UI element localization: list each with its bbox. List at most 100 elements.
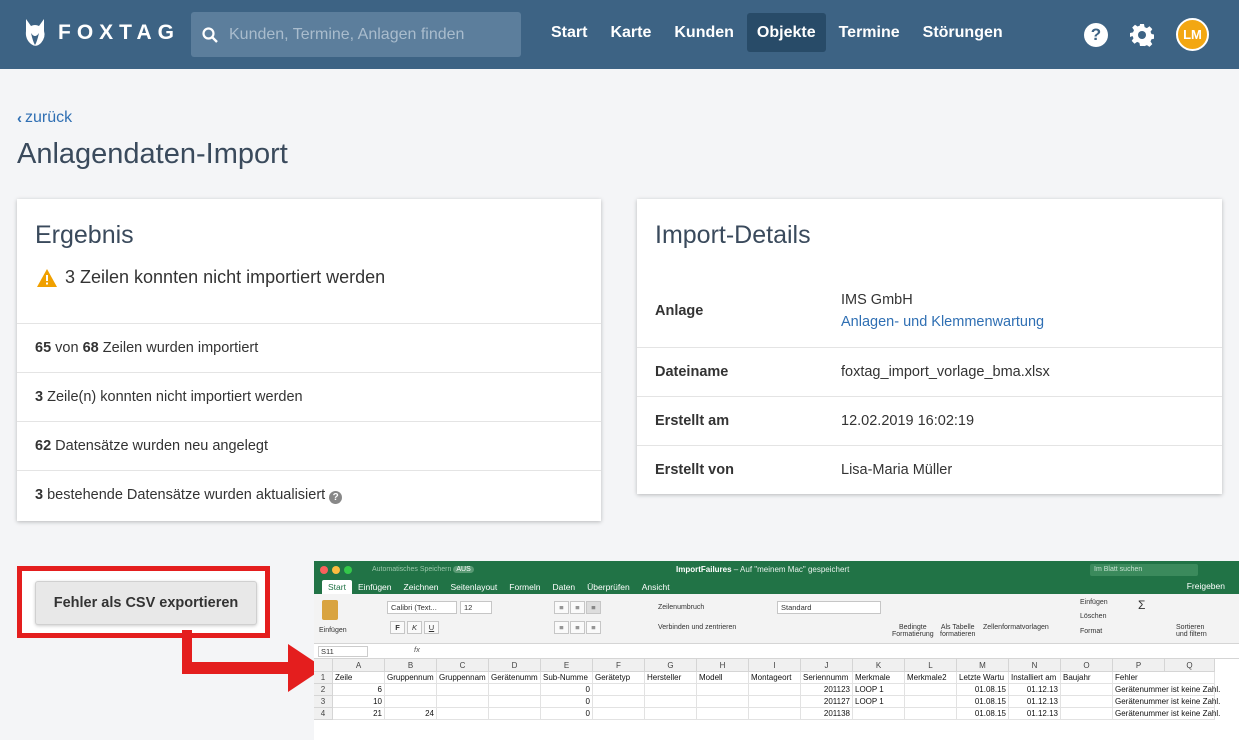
paste-label[interactable]: Einfügen bbox=[319, 627, 347, 634]
table-cell[interactable] bbox=[593, 696, 645, 708]
table-cell[interactable] bbox=[437, 696, 489, 708]
table-cell[interactable]: 10 bbox=[333, 696, 385, 708]
close-icon[interactable] bbox=[320, 566, 328, 574]
number-format-select[interactable]: Standard bbox=[777, 601, 881, 614]
nav-item-start[interactable]: Start bbox=[541, 13, 597, 52]
table-cell[interactable]: 21 bbox=[333, 708, 385, 720]
align-top-icon[interactable]: ≡ bbox=[554, 601, 569, 614]
table-cell[interactable] bbox=[749, 684, 801, 696]
table-cell[interactable] bbox=[645, 696, 697, 708]
table-cell[interactable]: 01.08.15 bbox=[957, 684, 1009, 696]
nav-item-objekte[interactable]: Objekte bbox=[746, 13, 826, 52]
table-cell[interactable]: 0 bbox=[541, 708, 593, 720]
nav-item-kunden[interactable]: Kunden bbox=[664, 13, 744, 52]
nav-item-stoerungen[interactable]: Störungen bbox=[913, 13, 1013, 52]
excel-tab-ueberpruefen[interactable]: Überprüfen bbox=[581, 580, 636, 594]
column-header[interactable]: H bbox=[697, 659, 749, 672]
search-input[interactable] bbox=[229, 25, 509, 44]
table-cell[interactable] bbox=[1061, 696, 1113, 708]
table-cell[interactable]: 6 bbox=[333, 684, 385, 696]
excel-tab-zeichnen[interactable]: Zeichnen bbox=[398, 580, 445, 594]
table-cell[interactable] bbox=[489, 708, 541, 720]
export-csv-button[interactable]: Fehler als CSV exportieren bbox=[35, 581, 257, 625]
select-all-corner[interactable] bbox=[314, 659, 333, 672]
column-header[interactable]: I bbox=[749, 659, 801, 672]
table-cell[interactable] bbox=[853, 708, 905, 720]
table-cell[interactable]: 201127 bbox=[801, 696, 853, 708]
column-header[interactable]: B bbox=[385, 659, 437, 672]
minimize-icon[interactable] bbox=[332, 566, 340, 574]
row-header[interactable]: 3 bbox=[314, 696, 333, 708]
table-cell[interactable] bbox=[905, 684, 957, 696]
header-cell[interactable]: Montageort bbox=[749, 672, 801, 684]
conditional-format-button[interactable]: Bedingte Formatierung bbox=[892, 624, 934, 638]
column-header[interactable]: J bbox=[801, 659, 853, 672]
table-cell[interactable]: 01.08.15 bbox=[957, 708, 1009, 720]
italic-button[interactable]: K bbox=[407, 621, 422, 634]
header-cell[interactable]: Zeile bbox=[333, 672, 385, 684]
cell-reference-box[interactable]: S11 bbox=[318, 646, 368, 657]
table-cell[interactable] bbox=[1061, 684, 1113, 696]
table-cell[interactable] bbox=[385, 696, 437, 708]
excel-tab-ansicht[interactable]: Ansicht bbox=[636, 580, 676, 594]
excel-tab-einfuegen[interactable]: Einfügen bbox=[352, 580, 398, 594]
table-cell[interactable]: 0 bbox=[541, 696, 593, 708]
table-cell[interactable]: Gerätenummer ist keine Zahl. bbox=[1113, 708, 1220, 720]
logo[interactable]: FOXTAG bbox=[22, 17, 180, 49]
table-cell[interactable] bbox=[437, 684, 489, 696]
excel-tab-formeln[interactable]: Formeln bbox=[503, 580, 546, 594]
excel-tab-start[interactable]: Start bbox=[322, 580, 352, 594]
table-cell[interactable] bbox=[1061, 708, 1113, 720]
insert-cells-button[interactable]: Einfügen bbox=[1080, 599, 1108, 606]
nav-item-termine[interactable]: Termine bbox=[829, 13, 910, 52]
excel-tab-seitenlayout[interactable]: Seitenlayout bbox=[444, 580, 503, 594]
header-cell[interactable]: Modell bbox=[697, 672, 749, 684]
header-cell[interactable]: Baujahr bbox=[1061, 672, 1113, 684]
column-header[interactable]: K bbox=[853, 659, 905, 672]
column-header[interactable]: A bbox=[333, 659, 385, 672]
table-cell[interactable] bbox=[905, 696, 957, 708]
table-cell[interactable] bbox=[749, 708, 801, 720]
autosave-state[interactable]: AUS bbox=[453, 566, 474, 573]
table-cell[interactable]: Gerätenummer ist keine Zahl. bbox=[1113, 684, 1220, 696]
avatar[interactable]: LM bbox=[1176, 18, 1209, 51]
header-cell[interactable]: Gerätetyp bbox=[593, 672, 645, 684]
header-cell[interactable]: Seriennumm bbox=[801, 672, 853, 684]
nav-item-karte[interactable]: Karte bbox=[600, 13, 661, 52]
header-cell[interactable]: Gruppennum bbox=[385, 672, 437, 684]
column-header[interactable]: G bbox=[645, 659, 697, 672]
excel-tab-daten[interactable]: Daten bbox=[546, 580, 581, 594]
sort-filter-button[interactable]: Sortieren und filtern bbox=[1176, 624, 1207, 638]
table-cell[interactable]: LOOP 1 bbox=[853, 696, 905, 708]
back-link[interactable]: ‹ zurück bbox=[17, 109, 72, 127]
table-cell[interactable] bbox=[489, 696, 541, 708]
column-header[interactable]: F bbox=[593, 659, 645, 672]
header-cell[interactable]: Installiert am bbox=[1009, 672, 1061, 684]
column-header[interactable]: E bbox=[541, 659, 593, 672]
function-icon[interactable]: fx bbox=[414, 645, 420, 654]
table-cell[interactable] bbox=[697, 708, 749, 720]
header-cell[interactable]: Letzte Wartu bbox=[957, 672, 1009, 684]
header-cell[interactable]: Gruppennam bbox=[437, 672, 489, 684]
table-cell[interactable]: LOOP 1 bbox=[853, 684, 905, 696]
table-cell[interactable]: 201123 bbox=[801, 684, 853, 696]
table-cell[interactable]: 24 bbox=[385, 708, 437, 720]
table-cell[interactable] bbox=[749, 696, 801, 708]
font-select[interactable]: Calibri (Text... bbox=[387, 601, 457, 614]
table-cell[interactable]: 01.12.13 bbox=[1009, 684, 1061, 696]
table-cell[interactable]: 01.12.13 bbox=[1009, 696, 1061, 708]
table-cell[interactable] bbox=[489, 684, 541, 696]
row-header[interactable]: 2 bbox=[314, 684, 333, 696]
anlage-link[interactable]: Anlagen- und Klemmenwartung bbox=[841, 314, 1044, 330]
header-cell[interactable] bbox=[1165, 672, 1215, 684]
header-cell[interactable]: Gerätenumm bbox=[489, 672, 541, 684]
table-cell[interactable] bbox=[645, 684, 697, 696]
table-cell[interactable]: Gerätenummer ist keine Zahl. bbox=[1113, 696, 1220, 708]
table-cell[interactable] bbox=[593, 708, 645, 720]
info-icon[interactable]: ? bbox=[329, 491, 343, 504]
table-cell[interactable] bbox=[697, 696, 749, 708]
align-middle-icon[interactable]: ≡ bbox=[570, 601, 585, 614]
sum-icon[interactable]: Σ bbox=[1138, 598, 1145, 612]
header-cell[interactable]: Merkmale2 bbox=[905, 672, 957, 684]
excel-share[interactable]: Freigeben bbox=[1187, 581, 1225, 591]
